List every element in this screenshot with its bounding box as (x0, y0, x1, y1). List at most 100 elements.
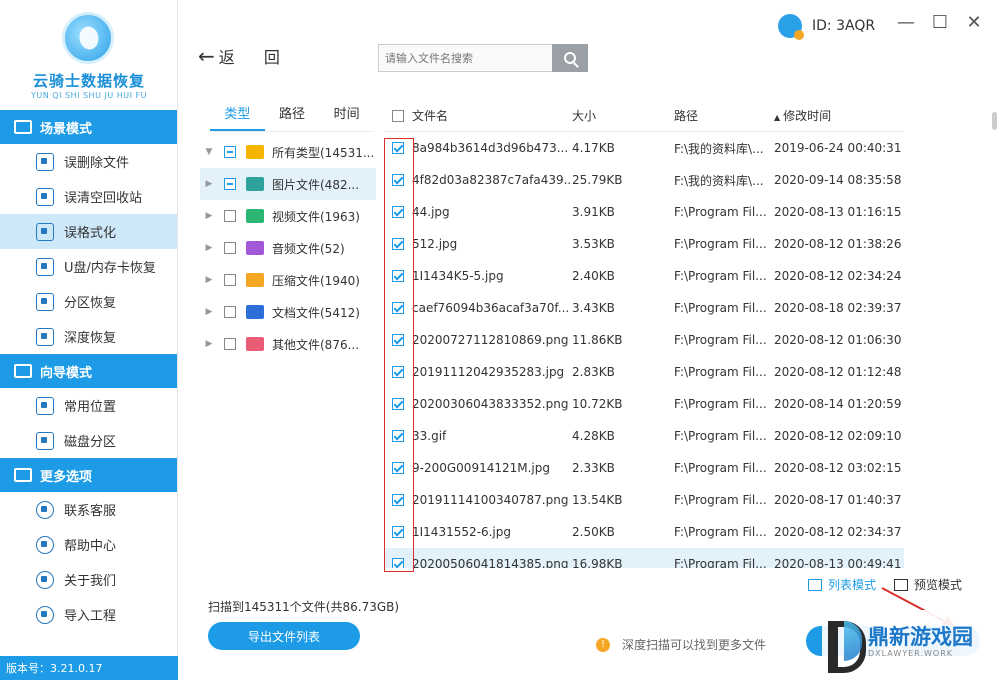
sidebar-item[interactable]: 帮助中心 (0, 527, 177, 562)
table-row[interactable]: 20200727112810869.png 11.86KB F:\Program F… (384, 324, 904, 356)
recycle-bin-icon (36, 187, 54, 206)
tree-node-checkbox[interactable] (224, 146, 236, 158)
table-row[interactable]: 20200506041814385.png 16.98KB F:\Program F… (384, 548, 904, 568)
tab-path[interactable]: 路径 (265, 100, 320, 131)
table-row[interactable]: 1I1431552-6.jpg 2.50KB F:\Program Fil... 20… (384, 516, 904, 548)
file-path: F:\Program Fil... (674, 301, 767, 315)
table-row[interactable]: 8a984b3614d3d96b473... 4.17KB F:\我的资料库\...… (384, 132, 904, 164)
tree-node[interactable]: ▶ 压缩文件(1940) (200, 264, 376, 296)
file-mtime: 2020-08-12 03:02:15 (774, 461, 902, 475)
sidebar-item[interactable]: 联系客服 (0, 492, 177, 527)
col-mtime-header[interactable]: ▲ 修改时间 (774, 107, 904, 124)
table-row[interactable]: caef76094b36acaf3a70f... 3.43KB F:\Program… (384, 292, 904, 324)
expand-toggle-icon[interactable]: ▶ (200, 243, 218, 253)
file-table: 文件名 大小 路径 ▲ 修改时间 8a984b3614d3d96b473... 4.… (384, 100, 904, 568)
sidebar-item[interactable]: 分区恢复 (0, 284, 177, 319)
expand-toggle-icon[interactable]: ▶ (200, 307, 218, 317)
list-mode-button[interactable]: 列表模式 (808, 576, 876, 593)
expand-toggle-icon[interactable]: ▶ (200, 339, 218, 349)
file-size: 2.50KB (572, 525, 615, 539)
close-icon[interactable]: ✕ (964, 12, 984, 33)
back-button[interactable]: ← 返 回 (198, 44, 292, 68)
table-row[interactable]: 44.jpg 3.91KB F:\Program Fil... 2020-08-13 … (384, 196, 904, 228)
sidebar-item[interactable]: 导入工程 (0, 597, 177, 632)
tree-node[interactable]: ▶ 视频文件(1963) (200, 200, 376, 232)
table-row[interactable]: 1I1434K5-5.jpg 2.40KB F:\Program Fil... 202… (384, 260, 904, 292)
sidebar-item[interactable]: 关于我们 (0, 562, 177, 597)
maximize-icon[interactable]: ☐ (930, 12, 950, 33)
file-name: 9-200G00914121M.jpg (412, 461, 550, 475)
tree-node-checkbox[interactable] (224, 338, 236, 350)
search-input[interactable] (379, 45, 549, 71)
select-all-checkbox[interactable] (392, 109, 404, 122)
tree-node-checkbox[interactable] (224, 274, 236, 286)
user-id[interactable]: ID: 3AQR (778, 14, 875, 40)
file-name: 512.jpg (412, 237, 458, 251)
file-size: 2.40KB (572, 269, 615, 283)
col-name-header[interactable]: 文件名 (412, 107, 572, 124)
tree-node-label: 压缩文件(1940) (272, 273, 360, 288)
file-path: F:\Program Fil... (674, 557, 767, 568)
tree-node[interactable]: ▶ 图片文件(482... (200, 168, 376, 200)
tab-time[interactable]: 时间 (319, 100, 374, 131)
tree-node-checkbox[interactable] (224, 306, 236, 318)
sidebar-item-label: 误格式化 (64, 226, 117, 241)
sidebar-item[interactable]: 误清空回收站 (0, 179, 177, 214)
windows-icon (36, 396, 54, 415)
table-row[interactable]: 20200306043833352.png 10.72KB F:\Program F… (384, 388, 904, 420)
file-size: 16.98KB (572, 557, 623, 568)
file-mtime: 2020-09-14 08:35:58 (774, 173, 902, 187)
sidebar-section-header: 场景模式 (0, 110, 177, 144)
file-name: 33.gif (412, 429, 447, 443)
tree-node-checkbox[interactable] (224, 242, 236, 254)
table-row[interactable]: 512.jpg 3.53KB F:\Program Fil... 2020-08-12… (384, 228, 904, 260)
expand-toggle-icon[interactable]: ▶ (200, 275, 218, 285)
search-button[interactable] (552, 44, 588, 72)
warning-icon: ! (596, 637, 610, 652)
col-size-header[interactable]: 大小 (572, 107, 674, 124)
expand-toggle-icon[interactable]: ▼ (200, 147, 218, 157)
deep-scan-tip: ! 深度扫描可以找到更多文件 (596, 636, 766, 653)
tree-node-checkbox[interactable] (224, 178, 236, 190)
file-name: 20191112042935283.jpg (412, 365, 565, 379)
table-row[interactable]: 20191112042935283.jpg 2.83KB F:\Program Fi… (384, 356, 904, 388)
minimize-icon[interactable]: — (896, 12, 916, 33)
table-scrollbar[interactable] (992, 112, 997, 130)
sidebar-item[interactable]: 磁盘分区 (0, 423, 177, 458)
topbar: ← 返 回 ID: 3AQR — ☐ ✕ (178, 0, 1000, 100)
table-row[interactable]: 9-200G00914121M.jpg 2.33KB F:\Program Fil.… (384, 452, 904, 484)
sidebar-item[interactable]: 误删除文件 (0, 144, 177, 179)
table-row[interactable]: 20191114100340787.png 13.54KB F:\Program F… (384, 484, 904, 516)
tree-node[interactable]: ▶ 音频文件(52) (200, 232, 376, 264)
file-mtime: 2020-08-12 01:06:30 (774, 333, 902, 347)
watermark: 鼎新游戏园 DXLAWYER.WORK (822, 610, 994, 673)
expand-toggle-icon[interactable]: ▶ (200, 211, 218, 221)
table-row[interactable]: 4f82d03a82387c7afa439... 25.79KB F:\我的资料库\… (384, 164, 904, 196)
file-size: 2.33KB (572, 461, 615, 475)
sidebar-item[interactable]: 深度恢复 (0, 319, 177, 354)
file-name: 20200727112810869.png (412, 333, 569, 347)
sidebar-item[interactable]: 误格式化 (0, 214, 177, 249)
sidebar-item[interactable]: U盘/内存卡恢复 (0, 249, 177, 284)
file-size: 25.79KB (572, 173, 623, 187)
table-row[interactable]: 33.gif 4.28KB F:\Program Fil... 2020-08-12 … (384, 420, 904, 452)
tree-node[interactable]: ▶ 文档文件(5412) (200, 296, 376, 328)
tree-node[interactable]: ▶ 其他文件(876... (200, 328, 376, 360)
expand-toggle-icon[interactable]: ▶ (200, 179, 218, 189)
logo-icon (62, 12, 114, 64)
col-path-header[interactable]: 路径 (674, 107, 774, 124)
sidebar-section-label: 场景模式 (40, 121, 93, 137)
tree-node-checkbox[interactable] (224, 210, 236, 222)
tree-node[interactable]: ▼ 所有类型(14531... (200, 136, 376, 168)
tab-type[interactable]: 类型 (210, 100, 265, 131)
back-arrow-icon: ← (198, 44, 215, 68)
list-icon (808, 578, 822, 591)
export-list-button[interactable]: 导出文件列表 (208, 622, 360, 650)
file-path: F:\我的资料库\... (674, 173, 764, 188)
sidebar-item-label: 分区恢复 (64, 296, 117, 311)
deep-scan-tip-text: 深度扫描可以找到更多文件 (622, 638, 767, 652)
file-path: F:\Program Fil... (674, 461, 767, 475)
sidebar-item-label: 关于我们 (64, 574, 117, 589)
sidebar-item[interactable]: 常用位置 (0, 388, 177, 423)
file-size: 10.72KB (572, 397, 623, 411)
